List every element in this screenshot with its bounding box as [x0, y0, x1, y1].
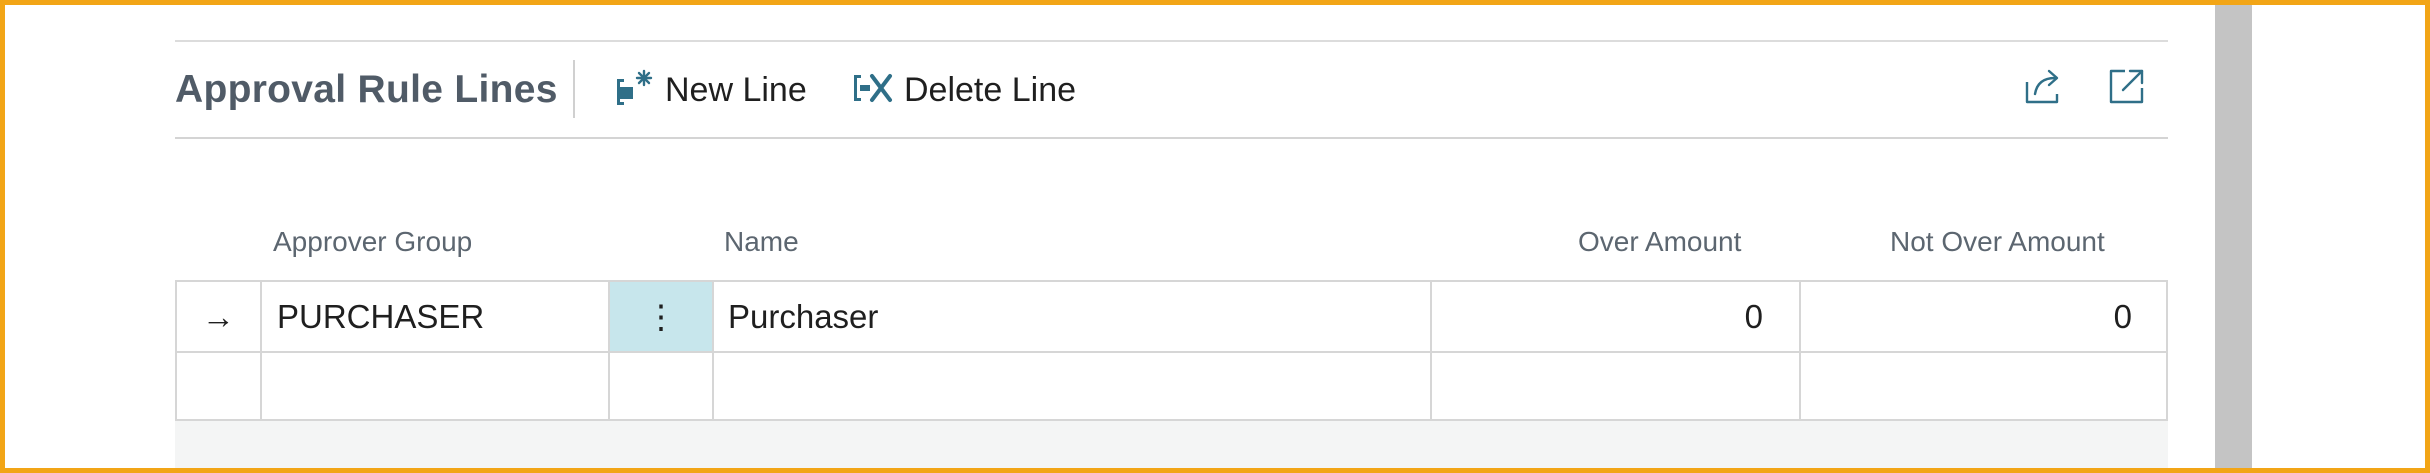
delete-line-label: Delete Line — [904, 70, 1077, 109]
row-indicator[interactable] — [177, 353, 260, 422]
share-icon — [2023, 66, 2065, 111]
part-header: Approval Rule Lines New Line Delete Line — [175, 55, 2168, 138]
column-header-name[interactable]: Name — [724, 226, 799, 258]
approval-rule-lines-grid: → PURCHASER ⋮ Purchaser 0 0 — [175, 280, 2168, 422]
table-row[interactable] — [177, 351, 2166, 422]
delete-line-icon — [852, 68, 894, 113]
header-divider-line — [175, 137, 2168, 139]
expand-icon — [2107, 66, 2147, 111]
row-menu-button[interactable]: ⋮ — [608, 282, 712, 351]
over-amount-cell[interactable] — [1430, 353, 1799, 422]
not-over-amount-cell[interactable] — [1799, 353, 2166, 422]
row-menu-cell[interactable] — [608, 353, 712, 422]
header-divider — [573, 60, 575, 118]
new-line-label: New Line — [665, 70, 807, 109]
new-line-button[interactable]: New Line — [615, 67, 807, 113]
table-row[interactable]: → PURCHASER ⋮ Purchaser 0 0 — [177, 282, 2166, 351]
name-cell[interactable] — [712, 353, 1430, 422]
grid-footer-area — [175, 421, 2168, 468]
share-button[interactable] — [2021, 65, 2067, 111]
vertical-scrollbar[interactable] — [2215, 5, 2252, 468]
row-indicator-arrow-icon[interactable]: → — [177, 282, 260, 351]
not-over-amount-cell[interactable]: 0 — [1799, 282, 2166, 351]
approver-group-cell[interactable]: PURCHASER — [260, 282, 608, 351]
over-amount-cell[interactable]: 0 — [1430, 282, 1799, 351]
new-line-icon — [615, 68, 655, 113]
name-cell[interactable]: Purchaser — [712, 282, 1430, 351]
column-header-over-amount[interactable]: Over Amount — [1578, 226, 1741, 258]
expand-button[interactable] — [2104, 65, 2150, 111]
approver-group-cell[interactable] — [260, 353, 608, 422]
page-title: Approval Rule Lines — [175, 68, 558, 111]
column-header-approver-group[interactable]: Approver Group — [273, 226, 472, 258]
delete-line-button[interactable]: Delete Line — [852, 67, 1076, 113]
column-header-not-over-amount[interactable]: Not Over Amount — [1890, 226, 2105, 258]
top-divider — [175, 40, 2168, 42]
